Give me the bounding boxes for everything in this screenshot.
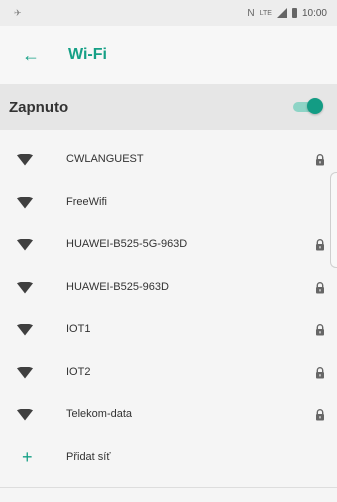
add-network-label: Přidat síť xyxy=(66,450,111,463)
network-row[interactable]: FreeWifi xyxy=(0,181,337,224)
back-button[interactable]: ← xyxy=(22,46,44,64)
add-network-row[interactable]: + Přidat síť xyxy=(0,436,337,479)
app-bar: ← Wi-Fi xyxy=(0,26,337,84)
wifi-signal-icon xyxy=(17,281,33,294)
lock-icon xyxy=(315,153,325,166)
lock-icon xyxy=(315,238,325,251)
bottom-divider xyxy=(0,487,337,488)
status-left: ✈ xyxy=(14,8,22,19)
plus-icon: + xyxy=(22,446,33,467)
wifi-signal-icon xyxy=(17,408,33,421)
switch-thumb xyxy=(307,98,323,114)
wifi-toggle-label: Zapnuto xyxy=(9,98,69,116)
network-name: CWLANGUEST xyxy=(66,153,144,166)
wifi-signal-icon xyxy=(17,153,33,166)
network-name: IOT2 xyxy=(66,365,91,378)
lock-icon xyxy=(315,281,325,294)
arrow-left-icon: ← xyxy=(22,45,40,65)
status-time: 10:00 xyxy=(301,7,327,19)
network-row[interactable]: CWLANGUEST xyxy=(0,138,337,181)
nfc-indicator: N xyxy=(247,7,255,19)
network-row[interactable]: IOT1 xyxy=(0,308,337,351)
wifi-signal-icon xyxy=(17,238,33,251)
network-row[interactable]: IOT2 xyxy=(0,351,337,394)
wifi-signal-icon xyxy=(17,323,33,336)
signal-icon xyxy=(276,8,287,18)
network-name: HUAWEI-B525-963D xyxy=(66,280,169,293)
battery-icon xyxy=(291,8,297,18)
lte-indicator: LTE xyxy=(259,9,272,17)
wifi-toggle-row[interactable]: Zapnuto xyxy=(0,84,337,130)
lock-icon xyxy=(315,323,325,336)
lock-icon xyxy=(315,408,325,421)
side-scroll-handle[interactable] xyxy=(330,172,337,268)
network-name: FreeWifi xyxy=(66,195,107,208)
network-name: HUAWEI-B525-5G-963D xyxy=(66,238,188,251)
wifi-signal-icon xyxy=(17,366,33,379)
network-row[interactable]: HUAWEI-B525-5G-963D xyxy=(0,223,337,266)
network-name: IOT1 xyxy=(66,323,91,336)
network-row[interactable]: Telekom-data xyxy=(0,393,337,436)
network-row[interactable]: HUAWEI-B525-963D xyxy=(0,266,337,309)
wifi-switch[interactable] xyxy=(293,98,323,114)
page-title: Wi-Fi xyxy=(68,46,107,63)
network-name: Telekom-data xyxy=(66,408,133,421)
wifi-signal-icon xyxy=(17,196,33,209)
lock-icon xyxy=(315,366,325,379)
notification-icon: ✈ xyxy=(14,7,22,18)
network-list: CWLANGUEST FreeWifi HUAWEI-B525-5G-963D HUA… xyxy=(0,138,337,478)
status-right: N LTE 10:00 xyxy=(247,8,327,19)
status-bar: ✈ N LTE 10:00 xyxy=(0,0,337,26)
